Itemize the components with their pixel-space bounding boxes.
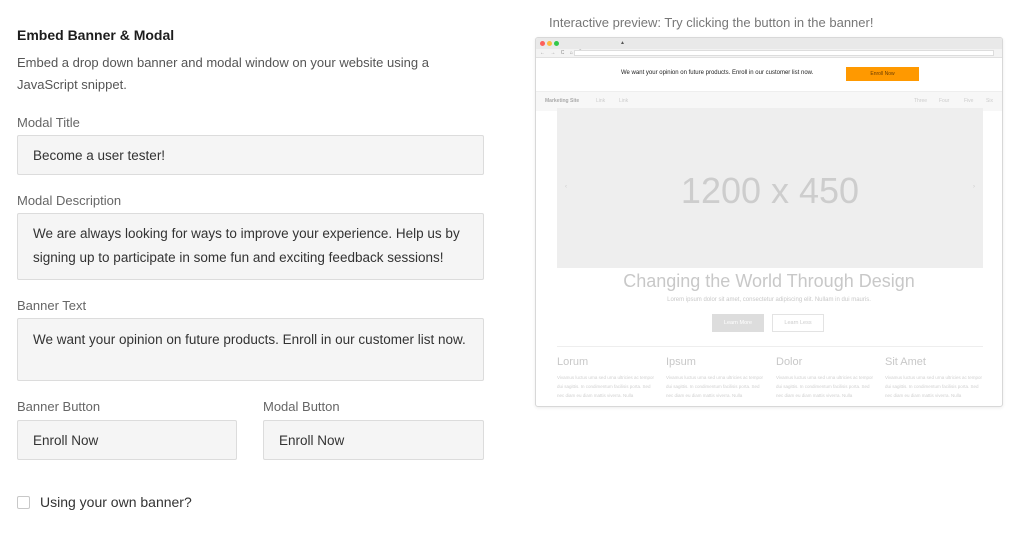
- feature-body: Vivamus luctus urna sed urna ultricies a…: [557, 375, 654, 398]
- own-banner-checkbox[interactable]: [17, 495, 30, 509]
- learn-less-button[interactable]: Learn Less: [772, 314, 824, 332]
- feature-column: Dolor Vivamus luctus urna sed urna ultri…: [776, 356, 876, 400]
- banner-text-label: Banner Text: [17, 298, 87, 313]
- feature-column: Ipsum Vivamus luctus urna sed urna ultri…: [666, 356, 766, 400]
- feature-column: Sit Amet Vivamus luctus urna sed urna ul…: [885, 356, 985, 400]
- site-nav-link[interactable]: Three: [914, 98, 927, 104]
- feature-column: Lorum Vivamus luctus urna sed urna ultri…: [557, 356, 657, 400]
- site-hero-title: Changing the World Through Design: [623, 271, 915, 291]
- section-heading: Embed Banner & Modal: [17, 27, 175, 43]
- site-nav-link[interactable]: Five: [964, 98, 973, 104]
- browser-preview: ▲ ← → C ⌂ 🔍 We want your opinion on futu…: [535, 37, 1003, 407]
- divider: [557, 346, 983, 347]
- modal-title-input[interactable]: [17, 135, 484, 175]
- preview-caption: Interactive preview: Try clicking the bu…: [549, 15, 874, 30]
- carousel-next-icon[interactable]: ›: [973, 184, 975, 190]
- feature-body: Vivamus luctus urna sed urna ultricies a…: [666, 375, 763, 398]
- feature-title: Dolor: [776, 356, 803, 368]
- browser-titlebar: ▲: [536, 38, 1002, 49]
- minimize-dot-icon[interactable]: [547, 41, 552, 46]
- feature-body: Vivamus luctus urna sed urna ultricies a…: [885, 375, 982, 398]
- own-banner-row[interactable]: Using your own banner?: [17, 494, 192, 510]
- learn-more-button[interactable]: Learn More: [712, 314, 764, 332]
- site-nav-link[interactable]: Link: [596, 98, 605, 104]
- preview-banner-text: We want your opinion on future products.…: [621, 70, 814, 76]
- feature-title: Lorum: [557, 356, 589, 368]
- preview-enroll-button[interactable]: Enroll Now: [846, 67, 919, 81]
- own-banner-label: Using your own banner?: [40, 494, 192, 510]
- feature-title: Sit Amet: [885, 356, 926, 368]
- modal-description-label: Modal Description: [17, 193, 122, 208]
- section-description: Embed a drop down banner and modal windo…: [17, 55, 429, 92]
- modal-description-input[interactable]: We are always looking for ways to improv…: [17, 213, 484, 280]
- browser-toolbar: ← → C ⌂ 🔍: [536, 49, 1002, 58]
- url-bar[interactable]: [574, 50, 994, 56]
- close-dot-icon[interactable]: [540, 41, 545, 46]
- site-hero-subtitle: Lorem ipsum dolor sit amet, consectetur …: [667, 297, 871, 303]
- modal-title-label: Modal Title: [17, 115, 80, 130]
- hero-dimensions: 1200 x 450: [680, 170, 860, 211]
- carousel-prev-icon[interactable]: ‹: [565, 184, 567, 190]
- modal-button-label: Modal Button: [263, 399, 340, 414]
- modal-button-input[interactable]: [263, 420, 484, 460]
- banner-text-input[interactable]: We want your opinion on future products.…: [17, 318, 484, 381]
- banner-button-label: Banner Button: [17, 399, 101, 414]
- site-nav-link[interactable]: Four: [939, 98, 949, 104]
- site-nav-link[interactable]: Link: [619, 98, 628, 104]
- site-brand[interactable]: Marketing Site: [545, 98, 579, 104]
- banner-button-input[interactable]: [17, 420, 237, 460]
- hero-image-placeholder: 1200 x 450 ‹ ›: [557, 108, 983, 268]
- feature-title: Ipsum: [666, 356, 696, 368]
- preview-banner: We want your opinion on future products.…: [536, 58, 1002, 91]
- maximize-dot-icon[interactable]: [554, 41, 559, 46]
- tab-arrow-icon[interactable]: ▲: [620, 40, 625, 46]
- site-nav-link[interactable]: Six: [986, 98, 993, 104]
- feature-body: Vivamus luctus urna sed urna ultricies a…: [776, 375, 873, 398]
